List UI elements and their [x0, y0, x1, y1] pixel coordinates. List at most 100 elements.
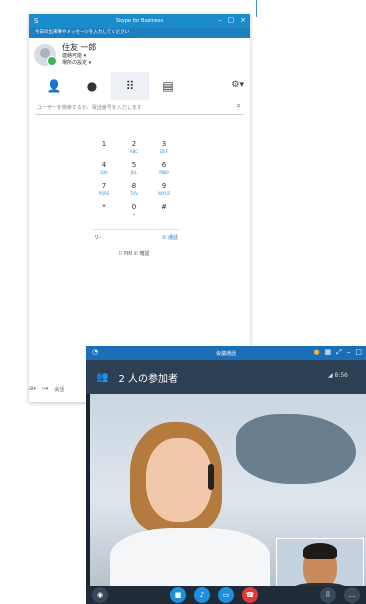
dialpad-call-icon: ⠿ [325, 591, 331, 599]
tab-phone[interactable]: ⠿ [111, 72, 149, 100]
dialpad-digit: 5 [131, 161, 137, 169]
dialpad-digit: 9 [161, 182, 167, 190]
presence-dropdown[interactable]: 連絡可能 ▾ [62, 53, 97, 60]
chat-bubble-icon: ◉ [96, 591, 104, 599]
dialpad-letters: MNO [159, 170, 169, 175]
phone-icon: ✆ [133, 251, 138, 257]
dialpad-digit: 7 [101, 182, 107, 190]
dialpad-digit: 4 [101, 161, 107, 169]
dialpad-digit: * [102, 203, 106, 211]
call-row: リ- ✆ 通話 [92, 229, 180, 244]
phone-icon: ✆ [162, 234, 167, 241]
title-bar: S Skype for Business – □ × [29, 14, 250, 28]
microphone-icon: ♪ [199, 591, 205, 599]
avatar[interactable] [34, 44, 57, 66]
tab-meetings[interactable]: ▤ [149, 72, 187, 100]
search-icon[interactable]: ⌕ [237, 101, 241, 111]
backspace-button[interactable]: リ- [94, 234, 101, 241]
user-card: 住友 一郎 連絡可能 ▾ 場所の設定 ▾ [29, 38, 250, 72]
video-toggle-button[interactable]: ■ [170, 587, 186, 603]
confirm-label[interactable]: 確認 [139, 251, 149, 257]
pin-icon: ⠿ [118, 251, 123, 257]
dialpad-key[interactable]: 9 WXYZ [152, 182, 176, 202]
maximize-icon[interactable]: □ [228, 16, 235, 24]
call-controls-button[interactable]: ⠿ [320, 587, 336, 603]
participants-icon[interactable]: 👥 [96, 372, 108, 383]
minimize-icon[interactable]: – [218, 16, 222, 24]
more-options-button[interactable]: … [344, 587, 360, 603]
forward-icon[interactable]: ↪▾ [42, 386, 49, 393]
search-placeholder: ユーザーを検索するか、電話番号を入力します [37, 104, 142, 111]
conversation-icon[interactable]: ⊞▾ [29, 386, 36, 393]
video-title-bar: ◔ 会議通話 ● ▦ ⤢ – □ [86, 346, 366, 360]
fullscreen-icon[interactable]: ⤢ [336, 348, 342, 357]
close-icon[interactable]: × [240, 16, 246, 24]
camera-icon: ■ [174, 591, 182, 599]
layout-icon[interactable]: ▦ [325, 348, 332, 357]
video-stage [90, 394, 366, 586]
skype-main-window: S Skype for Business – □ × 今日の出来事やメッセージを… [29, 14, 250, 402]
call-button[interactable]: ✆ 通話 [162, 234, 178, 241]
call-time: ◢ 8:56 [327, 372, 348, 379]
dialpad-key[interactable]: # [152, 203, 176, 223]
chat-icon[interactable]: ◔ [92, 348, 98, 356]
dialpad-key[interactable]: 4 GHI [92, 161, 116, 181]
tab-contacts[interactable]: 👤 [35, 72, 73, 100]
call-button-label: 通話 [167, 234, 178, 241]
dialpad-key[interactable]: 6 MNO [152, 161, 176, 181]
dialpad-key[interactable]: 1 [92, 140, 116, 160]
emoji-icon[interactable]: ● [314, 348, 320, 357]
clock-icon: ● [86, 79, 98, 93]
hang-up-button[interactable]: ☎ [242, 587, 258, 603]
dialpad-key[interactable]: 8 TUV [122, 182, 146, 202]
mute-button[interactable]: ♪ [194, 587, 210, 603]
search-input[interactable]: ユーザーを検索するか、電話番号を入力します ⌕ [35, 100, 244, 115]
skype-logo-icon: S [34, 17, 39, 25]
dialpad-digit: 3 [161, 140, 167, 148]
dialpad-keys: 1 2 ABC 3 DEF 4 GHI 5 JKL 6 MNO 7 PQRS 8 TUV 9 WXYZ * 0 + # [92, 140, 212, 223]
window-title: Skype for Business [115, 18, 164, 24]
dialpad-digit: # [161, 203, 167, 211]
self-view-video[interactable] [276, 538, 364, 586]
dialpad-letters: GHI [100, 170, 108, 175]
dialpad-digit: 0 [131, 203, 137, 211]
dialpad-key[interactable]: 7 PQRS [92, 182, 116, 202]
dialpad-letters: + [132, 212, 136, 217]
dialpad-key[interactable]: 0 + [122, 203, 146, 223]
im-button[interactable]: ◉ [92, 587, 108, 603]
dialpad-letters: TUV [129, 191, 139, 196]
tab-recent[interactable]: ● [73, 72, 111, 100]
dialpad-icon: ⠿ [125, 79, 135, 93]
dialpad-digit: 8 [131, 182, 137, 190]
dialpad-letters: JKL [130, 170, 138, 175]
self-view-hair [303, 543, 337, 559]
minimize-icon[interactable]: – [347, 348, 351, 357]
remote-participant-face [146, 438, 212, 522]
gear-icon[interactable]: ⚙▾ [231, 80, 244, 90]
dialpad-key[interactable]: 2 ABC [122, 140, 146, 160]
background-map-image [236, 414, 356, 484]
monitor-icon: ▭ [222, 591, 230, 599]
remote-participant-shirt [110, 528, 270, 586]
participants-bar: 👥 2 人の参加者 ◢ 8:56 [86, 360, 366, 394]
video-title: 会議通話 [215, 350, 236, 357]
user-name: 住友 一郎 [62, 43, 97, 52]
dialpad-key[interactable]: * [92, 203, 116, 223]
dialpad-digit: 6 [161, 161, 167, 169]
share-screen-button[interactable]: ▭ [218, 587, 234, 603]
video-call-window: ◔ 会議通話 ● ▦ ⤢ – □ 👥 2 人の参加者 ◢ 8:56 ◉ ■ ♪ … [86, 346, 366, 604]
dialpad-key[interactable]: 5 JKL [122, 161, 146, 181]
pin-label[interactable]: PIN [124, 251, 132, 257]
nav-tabs: 👤 ● ⠿ ▤ ⚙▾ [29, 72, 250, 100]
dialpad: 1 2 ABC 3 DEF 4 GHI 5 JKL 6 MNO 7 PQRS 8 TUV 9 WXYZ * 0 + # … [92, 140, 212, 257]
signal-icon: ◢ [327, 372, 333, 379]
status-message-input[interactable]: 今日の出来事やメッセージを入力してください [29, 28, 250, 38]
pin-row: ⠿ PIN ✆ 確認 [92, 250, 176, 257]
maximize-icon[interactable]: □ [355, 348, 362, 357]
headset-image [208, 464, 214, 490]
dialpad-key[interactable]: 3 DEF [152, 140, 176, 160]
location-dropdown[interactable]: 場所の設定 ▾ [62, 60, 97, 67]
callout-line [256, 0, 257, 17]
dialpad-digit: 2 [131, 140, 137, 148]
footer-label: 会話 [54, 387, 65, 393]
